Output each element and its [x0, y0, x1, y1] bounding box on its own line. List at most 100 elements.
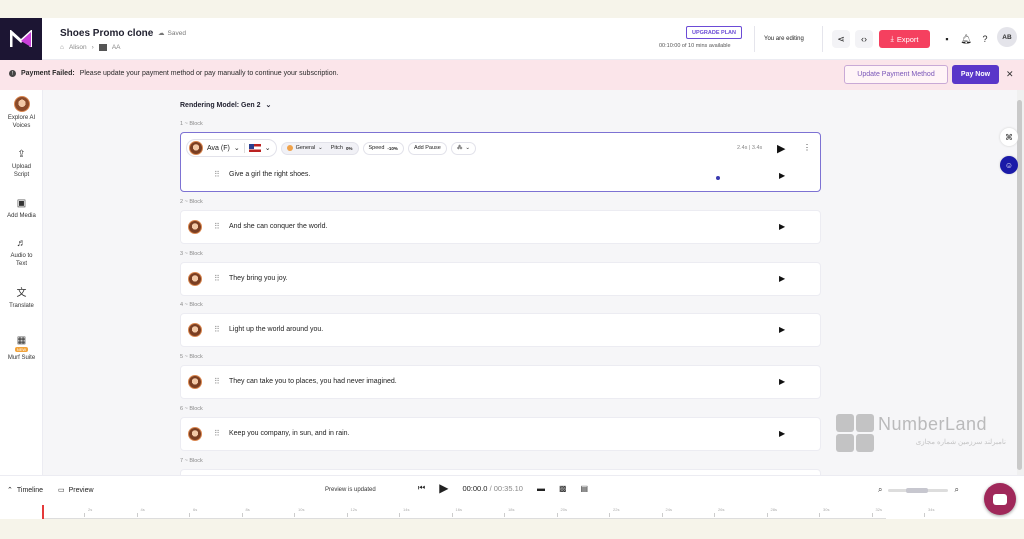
- active-block[interactable]: Ava (F) ⌄ ⌄ General ⌄ Pitch 0% Speed -10…: [180, 132, 821, 192]
- ruler-tick: 12s: [346, 507, 357, 517]
- home-icon[interactable]: ⌂: [60, 44, 64, 51]
- skip-back-icon[interactable]: ⏮: [418, 483, 425, 493]
- more-options-icon[interactable]: ⋮: [803, 143, 811, 152]
- block-text[interactable]: Give a girl the right shoes.: [229, 171, 310, 178]
- script-block[interactable]: ⠿ Light up the world around you. ▶: [180, 313, 821, 347]
- block-label[interactable]: 4 ~ Block: [180, 302, 203, 308]
- preview-toggle[interactable]: ▭ Preview: [58, 486, 94, 495]
- timeline-ruler[interactable]: 2s 4s 6s 8s 10s 12s 14s 16s 18s 20s 22s 24s 26s 28s 30…: [0, 505, 1024, 519]
- script-block[interactable]: ⠿ Keep you company, in sun, and in rain.…: [180, 417, 821, 451]
- script-block[interactable]: ⠿ They bring you joy. ▶: [180, 262, 821, 296]
- assistant-face-icon[interactable]: ☺: [1000, 156, 1018, 174]
- play-icon[interactable]: ▶: [779, 429, 785, 438]
- numberland-watermark: NumberLand نامبرلند سرزمین شماره مجازی: [836, 414, 1016, 454]
- drag-handle-icon[interactable]: ⠿: [214, 222, 220, 231]
- voice-avatar: [189, 141, 203, 155]
- playhead[interactable]: [42, 505, 44, 519]
- script-block[interactable]: ⠿ They can take you to places, you had n…: [180, 365, 821, 399]
- embed-code-icon[interactable]: ‹›: [855, 30, 873, 48]
- breadcrumb-folder[interactable]: AA: [112, 44, 121, 51]
- chat-support-button[interactable]: [984, 483, 1016, 515]
- usage-text: 00:10:00 of 10 mins available: [659, 43, 731, 49]
- drag-handle-icon[interactable]: ⠿: [214, 274, 220, 283]
- breadcrumb-user[interactable]: Alison: [69, 44, 87, 51]
- script-block[interactable]: ⠿ And she can conquer the world. ▶: [180, 210, 821, 244]
- divider: [754, 26, 755, 52]
- video-icon[interactable]: ▬: [537, 484, 545, 493]
- block-label[interactable]: 5 ~ Block: [180, 354, 203, 360]
- play-icon[interactable]: ▶: [777, 142, 785, 155]
- help-icon[interactable]: ?: [978, 32, 992, 46]
- zoom-in-icon[interactable]: ⌕: [954, 485, 958, 495]
- sidebar-item-translate[interactable]: 文 Translate: [0, 287, 43, 311]
- pitch-value: 0%: [346, 145, 353, 151]
- top-bar: Shoes Promo clone ☁ Saved ⌂ Alison › AA …: [0, 18, 1024, 60]
- play-icon[interactable]: ▶: [779, 171, 785, 180]
- preview-status: Preview is updated: [325, 487, 376, 493]
- sidebar-item-explore-voices[interactable]: Explore AI Voices: [0, 96, 43, 131]
- murf-suite-icon: ▦: [16, 335, 27, 346]
- block-text[interactable]: Keep you company, in sun, and in rain.: [229, 430, 350, 437]
- block-text[interactable]: Light up the world around you.: [229, 326, 323, 333]
- timeline-toggle[interactable]: ⌃ Timeline: [7, 486, 43, 495]
- ruler-tick: 8s: [241, 507, 250, 517]
- drag-handle-icon[interactable]: ⠿: [214, 377, 220, 386]
- comments-icon[interactable]: ▪: [940, 32, 954, 46]
- voice-selector[interactable]: Ava (F) ⌄ ⌄: [186, 139, 277, 157]
- saved-label: Saved: [167, 29, 186, 37]
- ruler-tick: 34s: [923, 507, 935, 517]
- drag-handle-icon[interactable]: ⠿: [214, 429, 220, 438]
- sidebar-item-audio-to-text[interactable]: ♬ Audio to Text: [0, 237, 43, 269]
- sidebar-item-murf-suite[interactable]: ▦ NEW Murf Suite: [0, 334, 43, 363]
- update-payment-button[interactable]: Update Payment Method: [844, 65, 948, 84]
- zoom-out-icon[interactable]: ⌕: [878, 485, 882, 495]
- share-icon[interactable]: ⋖: [832, 30, 850, 48]
- zoom-slider-thumb[interactable]: [906, 487, 929, 493]
- close-icon[interactable]: ✕: [1006, 69, 1014, 80]
- ruler-tick: 26s: [713, 507, 725, 517]
- pay-now-button[interactable]: Pay Now: [952, 65, 999, 84]
- bottom-strip: [0, 519, 1024, 539]
- emphasis-tool[interactable]: ⁂ ⌄: [450, 141, 476, 155]
- drag-handle-icon[interactable]: ⠿: [214, 170, 220, 179]
- chevron-right-icon: ›: [91, 44, 94, 51]
- block-text[interactable]: They bring you joy.: [229, 275, 288, 282]
- speed-control[interactable]: Speed -10%: [362, 141, 404, 155]
- upgrade-plan-button[interactable]: UPGRADE PLAN: [686, 26, 743, 39]
- block-text[interactable]: And she can conquer the world.: [229, 223, 327, 230]
- left-sidebar: Explore AI Voices ⇪ Upload Script ▣ Add …: [0, 90, 43, 475]
- speed-label: Speed: [368, 145, 385, 151]
- play-icon[interactable]: ▶: [779, 377, 785, 386]
- payment-failed-banner: ! Payment Failed: Please update your pay…: [0, 60, 1024, 90]
- editor-scrollbar[interactable]: [1017, 90, 1024, 475]
- grid-tool-icon[interactable]: ⌘: [1000, 128, 1018, 146]
- subtitles-icon[interactable]: ▤: [581, 484, 589, 493]
- block-label[interactable]: 6 ~ Block: [180, 406, 203, 412]
- murf-logo[interactable]: [0, 18, 42, 60]
- clapper-icon[interactable]: ▩: [559, 484, 567, 493]
- voice-avatar: [188, 375, 202, 389]
- play-icon[interactable]: ▶: [779, 222, 785, 231]
- block-label[interactable]: 2 ~ Block: [180, 199, 203, 205]
- block-label[interactable]: 7 ~ Block: [180, 458, 203, 464]
- block-index: 1 ~: [180, 121, 188, 127]
- project-title[interactable]: Shoes Promo clone: [60, 28, 153, 39]
- block-label[interactable]: 1 ~ Block: [180, 121, 203, 127]
- export-button[interactable]: ⤓ Export: [879, 30, 930, 48]
- bell-icon[interactable]: 🔔︎: [959, 32, 973, 46]
- block-text[interactable]: They can take you to places, you had nev…: [229, 378, 397, 385]
- zoom-slider[interactable]: [888, 487, 949, 493]
- banner-title: Payment Failed:: [21, 70, 75, 77]
- play-icon[interactable]: ▶: [439, 481, 448, 495]
- divider: [822, 26, 823, 52]
- block-label[interactable]: 3 ~ Block: [180, 251, 203, 257]
- add-pause-button[interactable]: Add Pause: [407, 141, 447, 155]
- sidebar-item-add-media[interactable]: ▣ Add Media: [0, 197, 43, 221]
- rendering-model-select[interactable]: Rendering Model: Gen 2 ⌄: [180, 101, 271, 110]
- drag-handle-icon[interactable]: ⠿: [214, 325, 220, 334]
- user-avatar[interactable]: AB: [997, 27, 1017, 47]
- play-icon[interactable]: ▶: [779, 274, 785, 283]
- play-icon[interactable]: ▶: [779, 325, 785, 334]
- sidebar-item-upload-script[interactable]: ⇪ Upload Script: [0, 148, 43, 180]
- style-selector[interactable]: General ⌄ Pitch 0%: [280, 141, 359, 155]
